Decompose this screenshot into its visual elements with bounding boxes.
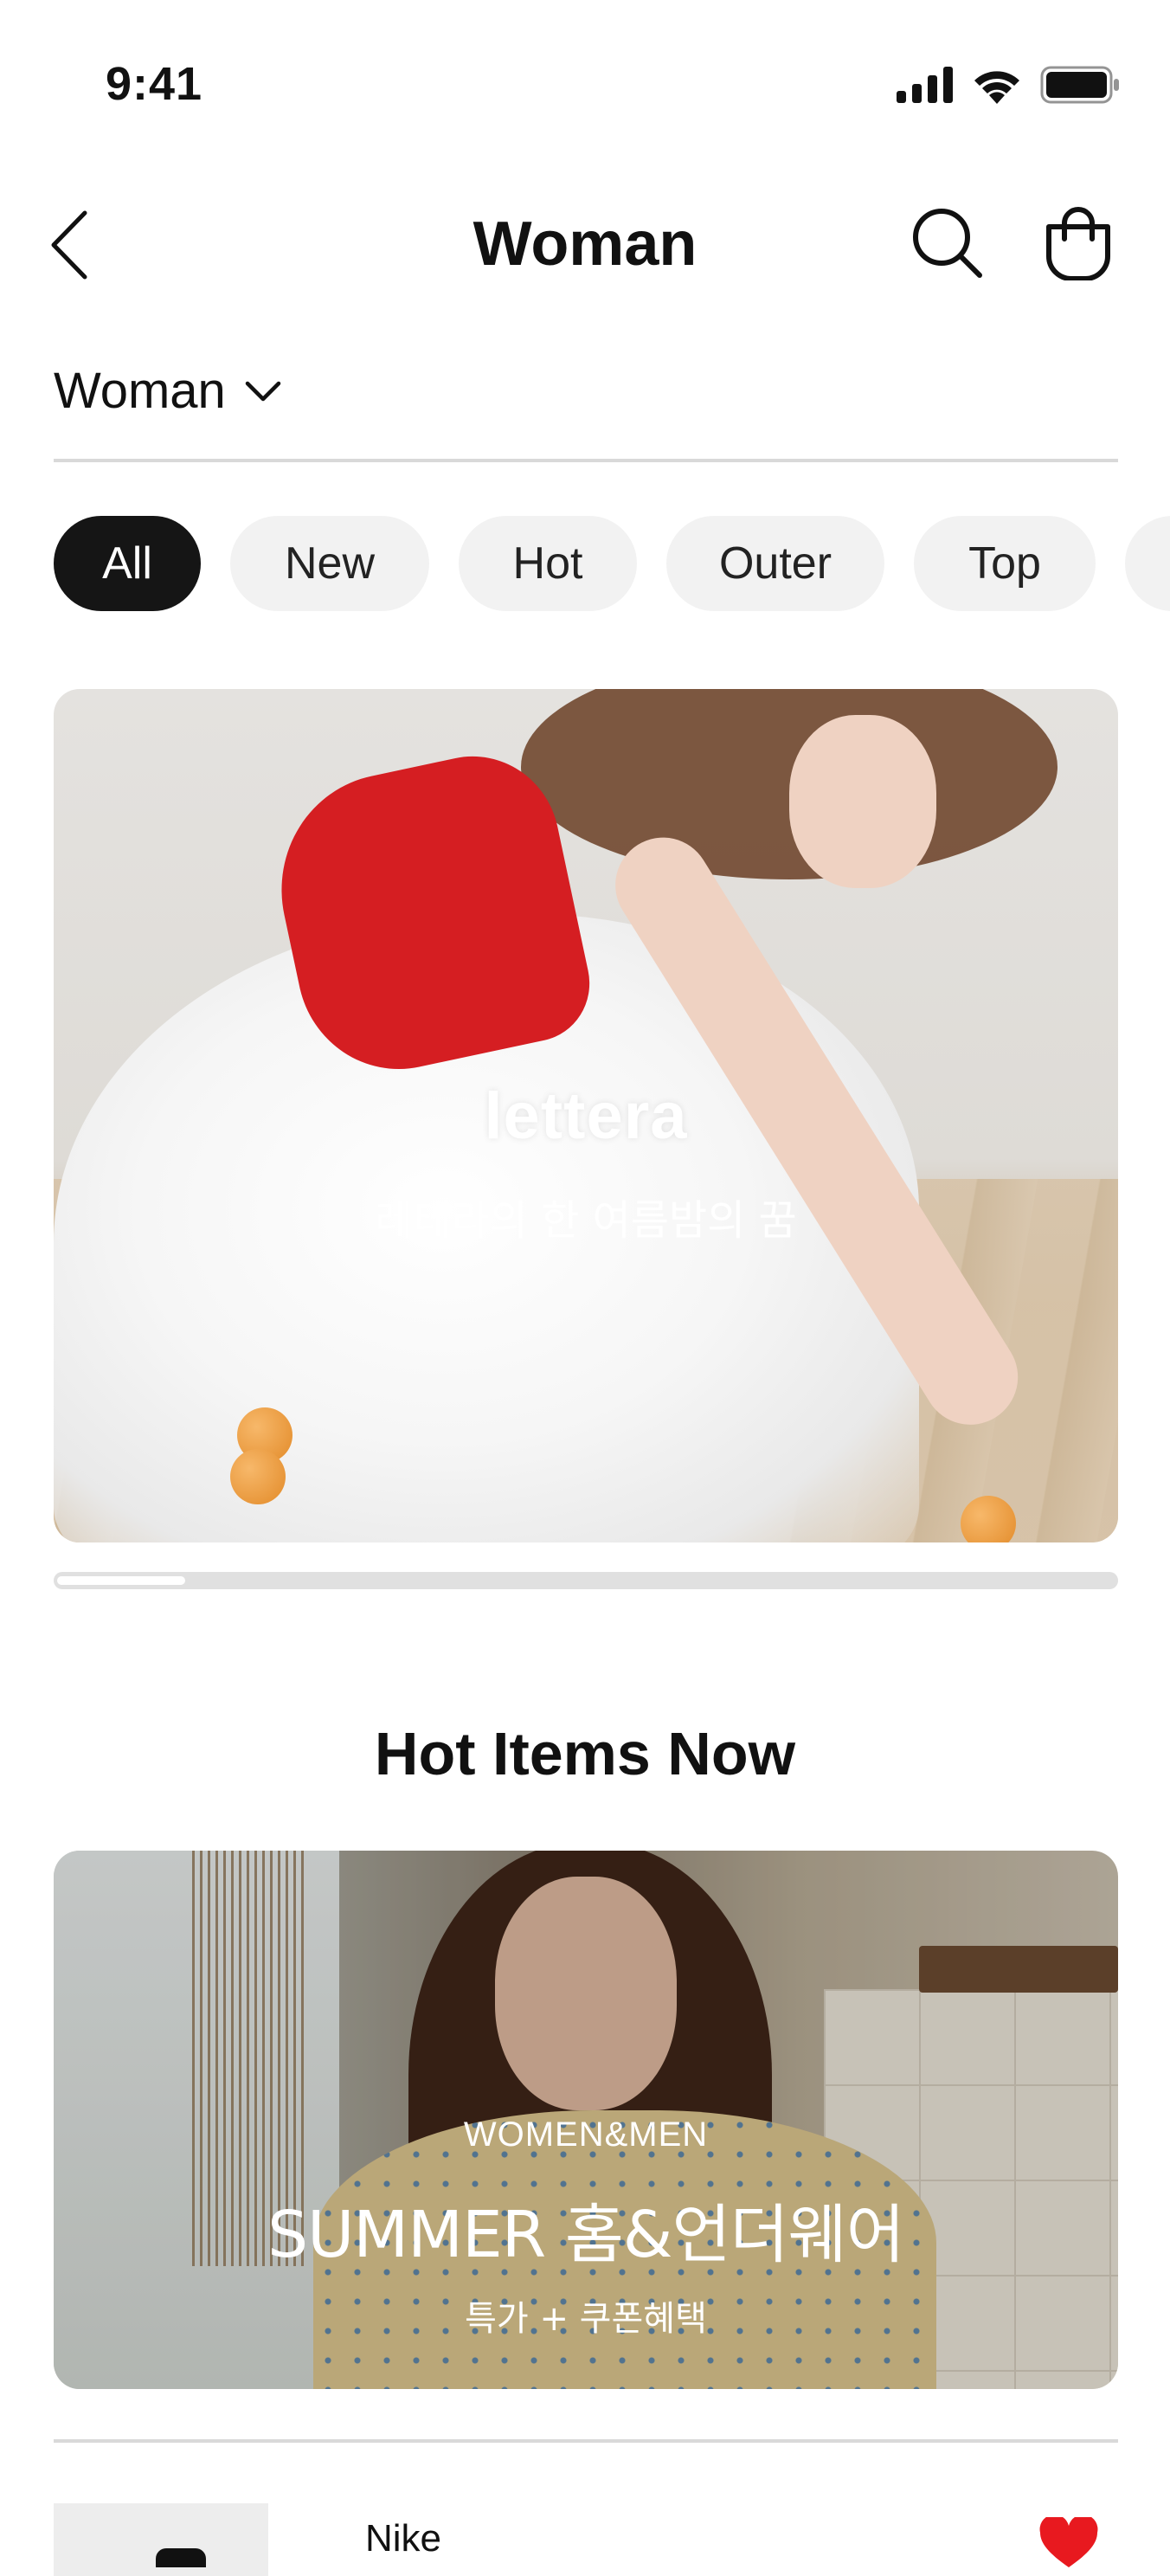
- wifi-icon: [974, 71, 1019, 104]
- cellular-signal-icon: [897, 67, 953, 103]
- carousel-progress-fill: [57, 1576, 185, 1585]
- heart-icon: [1039, 2515, 1098, 2567]
- hero-face: [789, 715, 936, 888]
- status-icons: [897, 66, 1120, 104]
- category-selected-label: Woman: [54, 363, 226, 419]
- filter-chips: All New Hot Outer Top: [54, 516, 1170, 611]
- product-brand: Nike: [365, 2517, 442, 2560]
- product-list-item[interactable]: Nike: [54, 2500, 1118, 2576]
- carousel-progress: [54, 1572, 1118, 1589]
- product-thumbnail-object: [156, 2548, 206, 2567]
- wishlist-button[interactable]: [1038, 2515, 1099, 2569]
- search-icon: [913, 209, 982, 278]
- chip-outer[interactable]: Outer: [666, 516, 884, 611]
- hero-subtitle: 레테라의 한 여름밤의 꿈: [375, 1196, 797, 1245]
- cart-button[interactable]: [1042, 204, 1115, 281]
- hero-banner[interactable]: lettera 레테라의 한 여름밤의 꿈: [54, 689, 1118, 1542]
- hot-banner-title: SUMMER 홈&언더웨어: [267, 2198, 905, 2272]
- page-title: Woman: [472, 209, 698, 279]
- header-divider: [54, 459, 1118, 462]
- section-title: Hot Items Now: [374, 1720, 796, 1787]
- chip-more-partial[interactable]: [1125, 516, 1170, 611]
- hero-brand: lettera: [484, 1079, 688, 1153]
- product-thumbnail: [54, 2503, 268, 2576]
- section-divider: [54, 2439, 1118, 2443]
- battery-icon: [1040, 66, 1119, 104]
- search-button[interactable]: [910, 206, 983, 279]
- category-dropdown[interactable]: Woman: [54, 357, 281, 426]
- fruit-2: [230, 1449, 286, 1504]
- hot-banner-kicker: WOMEN&MEN: [463, 2116, 709, 2154]
- chip-top[interactable]: Top: [914, 516, 1096, 611]
- status-time: 9:41: [106, 58, 203, 110]
- chip-all[interactable]: All: [54, 516, 201, 611]
- chip-hot[interactable]: Hot: [459, 516, 637, 611]
- chip-new[interactable]: New: [230, 516, 429, 611]
- chevron-down-icon: [245, 381, 281, 402]
- hot-banner-subtitle: 특가 + 쿠폰혜택: [465, 2299, 707, 2339]
- shopping-bag-icon: [1046, 207, 1110, 281]
- hot-items-banner[interactable]: WOMEN&MEN SUMMER 홈&언더웨어 특가 + 쿠폰혜택: [54, 1851, 1118, 2389]
